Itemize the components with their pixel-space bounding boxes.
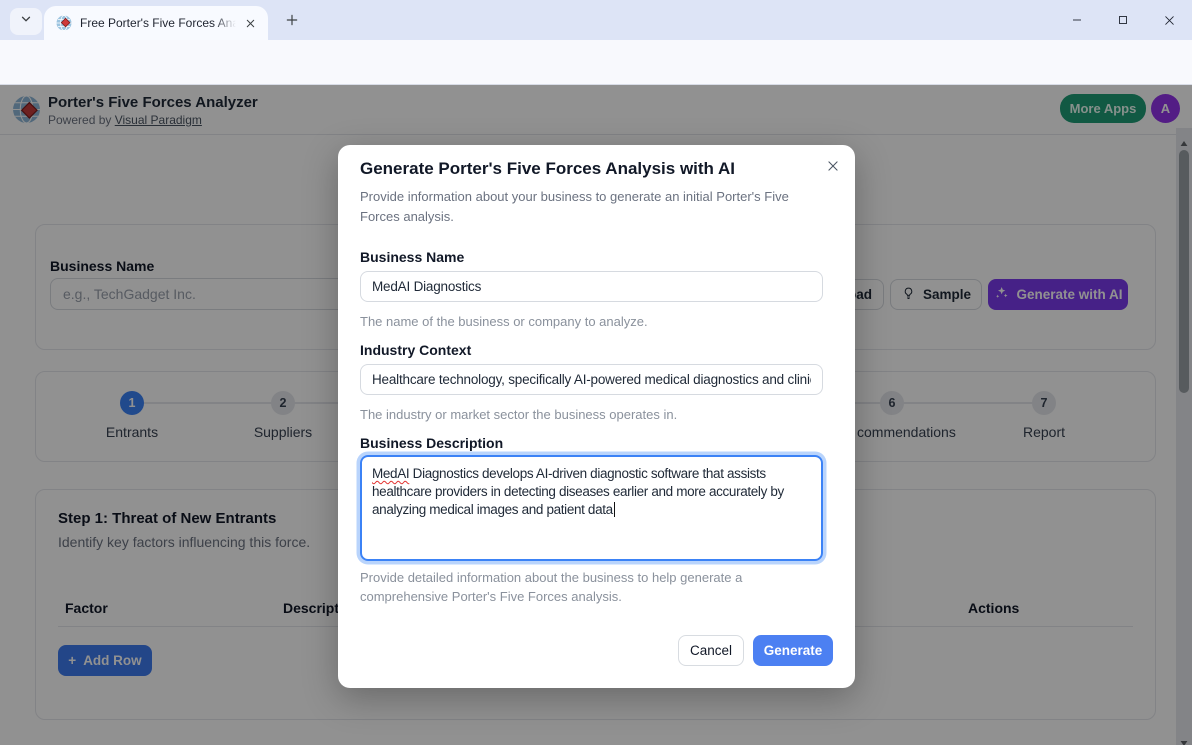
chevron-down-icon (19, 12, 33, 31)
minimize-button[interactable] (1054, 0, 1100, 40)
generate-ai-modal: Generate Porter's Five Forces Analysis w… (338, 145, 855, 688)
tab-title: Free Porter's Five Forces Analyz (80, 16, 236, 32)
screen: Free Porter's Five Forces Analyz ai-t (0, 0, 1192, 745)
maximize-button[interactable] (1100, 0, 1146, 40)
modal-business-name-input[interactable] (360, 271, 823, 302)
modal-business-name-label: Business Name (360, 249, 465, 265)
modal-industry-label: Industry Context (360, 342, 472, 358)
modal-business-name-help: The name of the business or company to a… (360, 314, 648, 329)
modal-description-label: Business Description (360, 435, 504, 451)
modal-description-textarea[interactable]: MedAI Diagnostics develops AI-driven dia… (360, 455, 823, 561)
modal-description-help: Provide detailed information about the b… (360, 570, 743, 604)
window-controls (1054, 0, 1192, 40)
modal-subtitle: Provide information about your business … (360, 189, 789, 224)
description-line-2: healthcare providers in detecting diseas… (372, 484, 784, 500)
browser-tab[interactable]: Free Porter's Five Forces Analyz (44, 6, 268, 40)
generate-button[interactable]: Generate (753, 635, 833, 666)
tab-strip: Free Porter's Five Forces Analyz (0, 0, 1192, 40)
browser-toolbar: ai-toolbox.visual-paradigm.com/app/porte… (0, 40, 1192, 118)
tab-close-icon[interactable] (242, 15, 259, 32)
modal-title: Generate Porter's Five Forces Analysis w… (360, 159, 736, 178)
modal-close-icon[interactable] (823, 156, 843, 176)
description-line-3: analyzing medical images and patient dat… (372, 501, 811, 519)
text-caret (613, 502, 616, 518)
new-tab-button[interactable] (282, 10, 302, 30)
site-favicon-icon (56, 15, 72, 36)
tab-search-button[interactable] (10, 8, 42, 35)
description-line-1: MedAI Diagnostics develops AI-driven dia… (372, 466, 766, 481)
modal-industry-input[interactable] (360, 364, 823, 395)
close-window-button[interactable] (1146, 0, 1192, 40)
modal-industry-help: The industry or market sector the busine… (360, 407, 678, 422)
cancel-button[interactable]: Cancel (678, 635, 744, 666)
